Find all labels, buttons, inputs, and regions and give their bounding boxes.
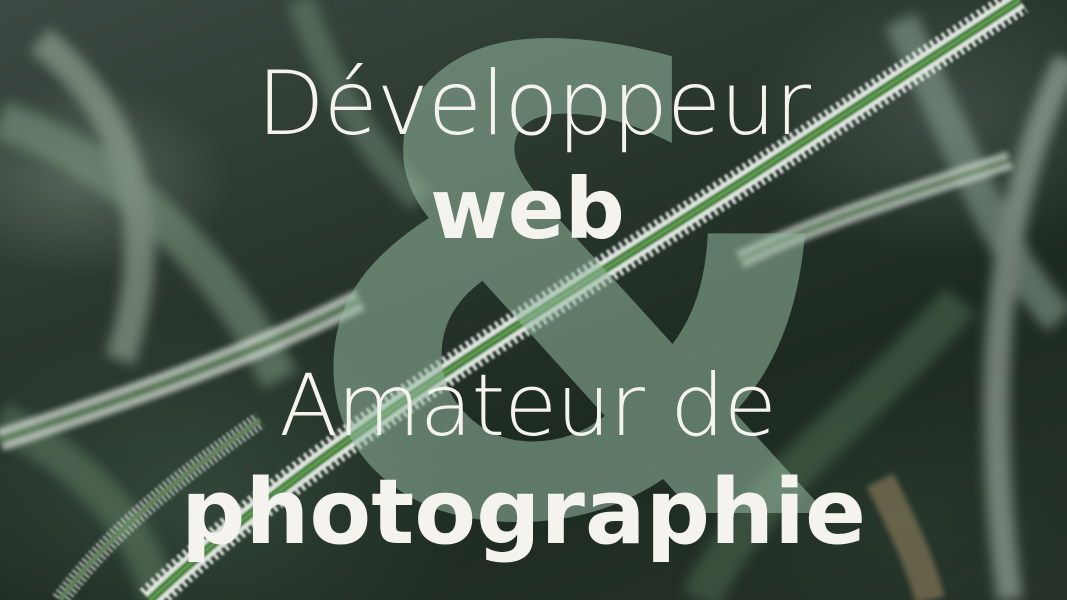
title-amateur-de: Amateur de [279, 356, 777, 456]
title-developpeur: Développeur [256, 52, 811, 155]
title-web: web [430, 160, 625, 258]
title-photographie: photographie [180, 460, 867, 565]
hero-banner: & Développeur web Amateur de photographi… [0, 0, 1067, 600]
